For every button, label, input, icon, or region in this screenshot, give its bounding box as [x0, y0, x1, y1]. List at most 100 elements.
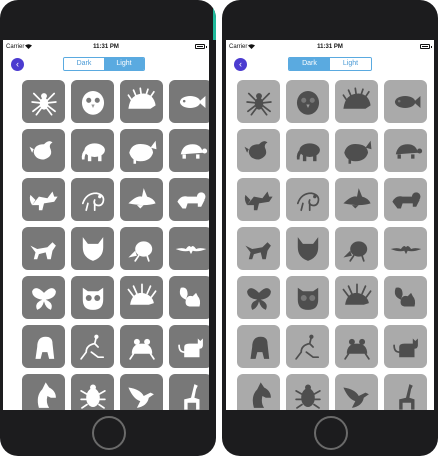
animal-tile-bird[interactable] — [22, 129, 65, 172]
animal-tile-whale[interactable] — [335, 129, 378, 172]
animal-tile-butterfly[interactable] — [237, 276, 280, 319]
animal-tile-penguin[interactable] — [71, 80, 114, 123]
battery-icon — [195, 44, 207, 49]
theme-segmented-control: Dark Light — [63, 57, 145, 71]
animal-tile-wolf[interactable] — [237, 227, 280, 270]
animal-tile-penguin[interactable] — [286, 80, 329, 123]
animal-tile-gorilla[interactable] — [22, 325, 65, 368]
nav-bar: ‹ Dark Light — [3, 54, 209, 76]
animal-tile-chameleon[interactable] — [286, 178, 329, 221]
animal-tile-turtle[interactable] — [169, 129, 209, 172]
animal-tile-porcupine[interactable] — [335, 276, 378, 319]
animal-tile-mole[interactable] — [120, 227, 163, 270]
animal-tile-wolf-head[interactable] — [71, 227, 114, 270]
animal-tile-whale[interactable] — [120, 129, 163, 172]
animal-tile-fox[interactable] — [237, 178, 280, 221]
animal-tile-bat[interactable] — [169, 227, 209, 270]
animal-tile-owl[interactable] — [71, 276, 114, 319]
animal-tile-wolf[interactable] — [22, 227, 65, 270]
animal-tile-mole[interactable] — [335, 227, 378, 270]
home-button[interactable] — [92, 416, 126, 450]
animal-tile-hedgehog[interactable] — [335, 80, 378, 123]
animal-tile-elephant[interactable] — [286, 129, 329, 172]
back-button[interactable]: ‹ — [234, 58, 247, 71]
status-bar: Carrier 11:31 PM — [3, 40, 209, 54]
animal-tile-frog[interactable] — [335, 325, 378, 368]
animal-tile-lion[interactable] — [169, 178, 209, 221]
back-button[interactable]: ‹ — [11, 58, 24, 71]
bat-icon — [390, 245, 421, 254]
owl-icon — [297, 287, 318, 310]
animal-tile-giraffe[interactable] — [169, 374, 209, 410]
segment-light[interactable]: Light — [104, 58, 144, 70]
animal-tile-horse-head[interactable] — [22, 374, 65, 410]
segment-dark[interactable]: Dark — [289, 58, 330, 70]
spider-icon — [245, 92, 272, 116]
spider-icon — [30, 92, 57, 116]
turtle-icon — [180, 143, 207, 159]
eagle-icon — [342, 387, 369, 408]
beetle-icon — [79, 384, 106, 409]
animal-tile-fox[interactable] — [22, 178, 65, 221]
animal-tile-bird[interactable] — [237, 129, 280, 172]
animal-tile-owl[interactable] — [286, 276, 329, 319]
animal-tile-horse-head[interactable] — [237, 374, 280, 410]
phone-left: Carrier 11:31 PM ‹ Dark Light — [0, 0, 216, 456]
wolf-head-icon — [82, 236, 103, 261]
animal-tile-spider[interactable] — [237, 80, 280, 123]
home-button[interactable] — [314, 416, 348, 450]
fox-icon — [244, 191, 273, 210]
status-time: 11:31 PM — [93, 44, 119, 50]
animal-tile-cat[interactable] — [384, 325, 427, 368]
animal-tile-fish[interactable] — [169, 80, 209, 123]
turtle-icon — [395, 143, 422, 159]
animal-tile-eagle[interactable] — [335, 374, 378, 410]
horse-head-icon — [37, 381, 56, 408]
animal-tile-bat[interactable] — [384, 227, 427, 270]
squirrel-icon — [179, 287, 200, 306]
hedgehog-icon — [127, 87, 156, 109]
segment-light[interactable]: Light — [330, 58, 371, 70]
animal-tile-hedgehog[interactable] — [120, 80, 163, 123]
animal-tile-squirrel[interactable] — [169, 276, 209, 319]
animal-tile-giraffe[interactable] — [384, 374, 427, 410]
animal-tile-spider[interactable] — [22, 80, 65, 123]
cat-icon — [177, 338, 203, 357]
chameleon-icon — [296, 191, 319, 211]
animal-tile-beetle[interactable] — [71, 374, 114, 410]
animal-tile-beetle[interactable] — [286, 374, 329, 410]
animal-tile-elephant[interactable] — [71, 129, 114, 172]
status-bar: Carrier 11:31 PM — [226, 40, 434, 54]
animal-tile-squirrel[interactable] — [384, 276, 427, 319]
animal-tile-cat[interactable] — [169, 325, 209, 368]
animal-tile-kangaroo[interactable] — [286, 325, 329, 368]
hedgehog-icon — [342, 87, 371, 109]
animal-tile-frog[interactable] — [120, 325, 163, 368]
animal-tile-lion[interactable] — [384, 178, 427, 221]
frog-icon — [343, 338, 370, 360]
animal-tile-wolf-head[interactable] — [286, 227, 329, 270]
giraffe-icon — [398, 383, 414, 410]
horse-head-icon — [252, 381, 271, 408]
animal-tile-turtle[interactable] — [384, 129, 427, 172]
mole-icon — [127, 240, 152, 262]
porcupine-icon — [342, 283, 371, 305]
nav-bar: ‹ Dark Light — [226, 54, 434, 76]
bird-icon — [29, 140, 52, 159]
segment-dark[interactable]: Dark — [64, 58, 104, 70]
animal-tile-chameleon[interactable] — [71, 178, 114, 221]
screen-dark-tiles: Carrier 11:31 PM ‹ Dark Light — [3, 40, 209, 410]
animal-tile-shark[interactable] — [120, 178, 163, 221]
animal-tile-eagle[interactable] — [120, 374, 163, 410]
animal-tile-porcupine[interactable] — [120, 276, 163, 319]
animal-tile-fish[interactable] — [384, 80, 427, 123]
phone-right: Carrier 11:31 PM ‹ Dark Light — [222, 0, 438, 456]
animal-tile-butterfly[interactable] — [22, 276, 65, 319]
animal-tile-kangaroo[interactable] — [71, 325, 114, 368]
wolf-head-icon — [297, 236, 318, 261]
eagle-icon — [127, 387, 154, 408]
lion-icon — [391, 191, 420, 208]
animal-tile-gorilla[interactable] — [237, 325, 280, 368]
animal-tile-shark[interactable] — [335, 178, 378, 221]
fox-icon — [29, 191, 58, 210]
